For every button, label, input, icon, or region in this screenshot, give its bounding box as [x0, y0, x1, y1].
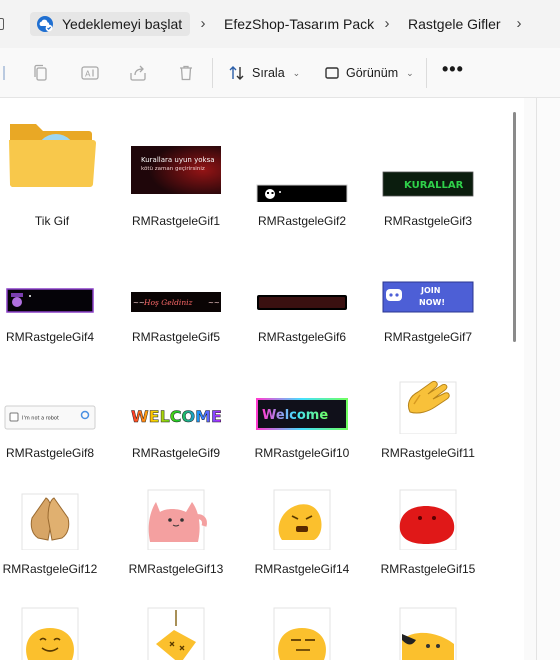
chevron-right-icon[interactable]: ›	[512, 15, 526, 33]
discord-icon	[386, 289, 402, 301]
breadcrumb-home[interactable]: Yedeklemeyi başlat	[30, 12, 191, 36]
panel-icon[interactable]	[0, 18, 4, 30]
gif-caption: Hoş Geldiniz	[143, 298, 193, 307]
gif-thumbnail: Welcome	[256, 398, 348, 430]
copy-icon[interactable]	[31, 63, 51, 83]
gif-file-item[interactable]	[246, 574, 358, 660]
folder-icon	[9, 124, 96, 187]
gif-file-item[interactable]: Kurallara uyun yoksa kötü zaman geçirirs…	[120, 110, 232, 228]
chevron-right-icon[interactable]: ›	[196, 15, 210, 33]
gif-file-item[interactable]: Welcome RMRastgeleGif10	[246, 342, 358, 460]
gif-caption: JOIN	[420, 286, 440, 295]
details-pane-edge	[536, 98, 560, 660]
gif-thumbnail: I'm not a robot	[4, 405, 96, 430]
dizzy-blob-thumbnail	[147, 607, 205, 660]
svg-text:~~: ~~	[208, 299, 220, 307]
praying-hands-thumbnail	[21, 493, 79, 550]
breadcrumb-item-gifler[interactable]: Rastgele Gifler	[408, 12, 501, 36]
gif-thumbnail	[257, 295, 347, 310]
gif-thumbnail	[6, 288, 94, 313]
gif-thumbnail: WELCOME	[131, 407, 222, 427]
breadcrumb-label: EfezShop-Tasarım Pack	[224, 16, 375, 32]
gif-file-item[interactable]: ~~ Hoş Geldiniz ~~ RMRastgeleGif5	[120, 226, 232, 344]
folder-item[interactable]: Tik Gif	[0, 110, 108, 228]
gif-caption: NOW!	[419, 298, 445, 307]
gif-file-item[interactable]: RMRastgeleGif12	[0, 458, 106, 576]
sort-button[interactable]: Sırala ⌄	[228, 61, 300, 85]
gif-caption: Kurallara uyun yoksa	[141, 156, 215, 164]
gif-thumbnail	[256, 184, 348, 202]
gif-caption: kötü zaman geçirirsiniz	[141, 166, 205, 172]
chevron-down-icon: ⌄	[292, 67, 301, 78]
view-icon	[325, 67, 339, 79]
smiling-blob-thumbnail	[21, 607, 79, 660]
address-bar: Yedeklemeyi başlat › EfezShop-Tasarım Pa…	[0, 0, 560, 48]
share-icon[interactable]	[128, 63, 148, 83]
sort-icon	[229, 66, 244, 80]
clapping-hands-thumbnail	[399, 381, 457, 434]
onedrive-backup-icon	[37, 16, 53, 32]
file-grid: Tik Gif Kurallara uyun yoksa kötü zaman …	[0, 98, 524, 660]
blob-cat-thumbnail	[147, 489, 207, 550]
svg-text:A: A	[85, 70, 91, 79]
toolbar-separator	[426, 58, 427, 88]
gif-file-item[interactable]: RMRastgeleGif15	[372, 458, 484, 576]
gif-thumbnail: KURALLAR	[382, 171, 474, 197]
command-bar: A Sırala ⌄ Görünüm ⌄ •••	[0, 48, 560, 98]
gif-file-item[interactable]: I'm not a robot RMRastgeleGif8	[0, 342, 106, 460]
meh-blob-thumbnail	[273, 607, 331, 660]
gif-file-item[interactable]	[0, 574, 106, 660]
rename-icon[interactable]: A	[80, 63, 100, 83]
gif-file-item[interactable]: JOIN NOW! RMRastgeleGif7	[372, 226, 484, 344]
gif-file-item[interactable]	[372, 574, 484, 660]
breadcrumb-item-pack[interactable]: EfezShop-Tasarım Pack	[224, 12, 374, 36]
gif-caption: WELCOME	[131, 407, 222, 426]
peeking-blob-thumbnail	[399, 607, 457, 660]
more-options-button[interactable]: •••	[442, 60, 464, 82]
gif-file-item[interactable]: WELCOME RMRastgeleGif9	[120, 342, 232, 460]
gif-thumbnail: Kurallara uyun yoksa kötü zaman geçirirs…	[131, 146, 221, 194]
delete-icon[interactable]	[176, 63, 196, 83]
gif-thumbnail: JOIN NOW!	[382, 281, 474, 313]
view-label: Görünüm	[346, 66, 399, 80]
gif-file-item[interactable]: RMRastgeleGif14	[246, 458, 358, 576]
angry-blob-thumbnail	[273, 489, 331, 550]
gif-thumbnail: ~~ Hoş Geldiniz ~~	[131, 292, 221, 312]
view-button[interactable]: Görünüm ⌄	[324, 61, 414, 85]
toolbar-separator	[212, 58, 213, 88]
sort-label: Sırala	[252, 66, 285, 80]
cut-icon[interactable]	[0, 63, 14, 83]
chevron-right-icon[interactable]: ›	[380, 15, 394, 33]
gif-caption: Welcome	[262, 408, 328, 423]
gif-file-item[interactable]: RMRastgeleGif11	[372, 342, 484, 460]
gif-file-item[interactable]: KURALLAR RMRastgeleGif3	[372, 110, 484, 228]
gif-file-item[interactable]: RMRastgeleGif13	[120, 458, 232, 576]
scrollbar-thumb[interactable]	[513, 112, 516, 342]
gif-file-item[interactable]: RMRastgeleGif6	[246, 226, 358, 344]
chevron-down-icon: ⌄	[406, 67, 414, 78]
gif-file-item[interactable]: RMRastgeleGif4	[0, 226, 106, 344]
gif-file-item[interactable]: RMRastgeleGif2	[246, 110, 358, 228]
breadcrumb-label: Rastgele Gifler	[408, 16, 501, 32]
red-blob-thumbnail	[399, 489, 457, 550]
gif-file-item[interactable]	[120, 574, 232, 660]
gif-caption: I'm not a robot	[22, 416, 59, 422]
gif-caption: KURALLAR	[404, 180, 464, 191]
breadcrumb-home-label: Yedeklemeyi başlat	[62, 16, 183, 32]
